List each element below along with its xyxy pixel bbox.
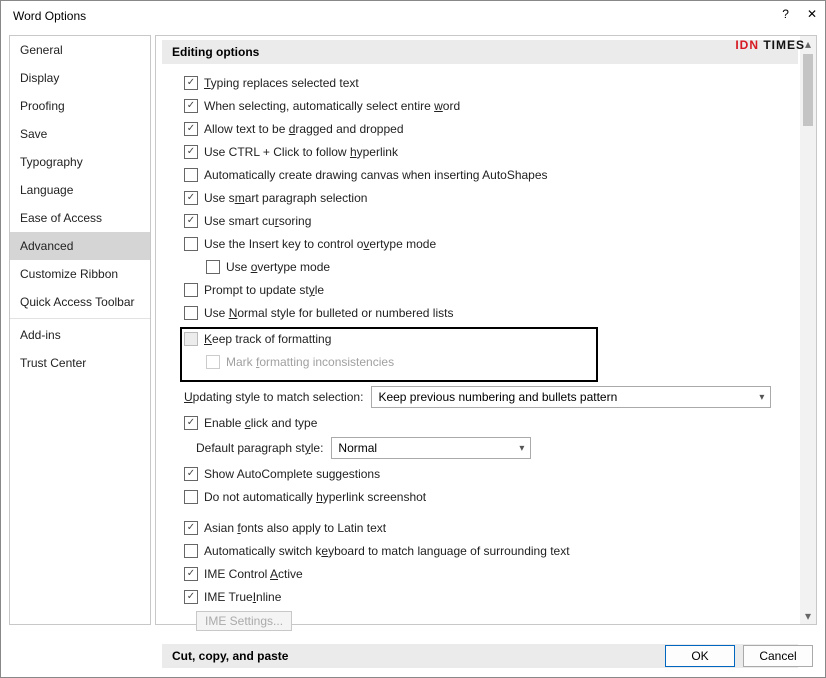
- section-header-editing: Editing options: [162, 40, 798, 64]
- scroll-thumb[interactable]: [803, 54, 813, 126]
- label-ctrl-click: Use CTRL + Click to follow hyperlink: [204, 145, 398, 159]
- label-insert-overtype: Use the Insert key to control overtype m…: [204, 237, 436, 251]
- checkbox-use-normal[interactable]: [184, 306, 198, 320]
- sidebar-item-proofing[interactable]: Proofing: [10, 92, 150, 120]
- sidebar-item-save[interactable]: Save: [10, 120, 150, 148]
- cancel-button[interactable]: Cancel: [743, 645, 813, 667]
- sidebar-item-customize-ribbon[interactable]: Customize Ribbon: [10, 260, 150, 288]
- scrollbar[interactable]: ▴ ▾: [800, 36, 816, 624]
- label-overtype: Use overtype mode: [226, 260, 330, 274]
- checkbox-ime-trueinline[interactable]: [184, 590, 198, 604]
- button-ime-settings: IME Settings...: [196, 611, 292, 631]
- label-drag-drop: Allow text to be dragged and dropped: [204, 122, 404, 136]
- label-keep-track: Keep track of formatting: [204, 332, 331, 346]
- label-updating-style: Updating style to match selection:: [184, 390, 363, 404]
- checkbox-drag-drop[interactable]: [184, 122, 198, 136]
- checkbox-no-hyperlink[interactable]: [184, 490, 198, 504]
- scroll-up-icon[interactable]: ▴: [800, 36, 816, 52]
- help-icon[interactable]: ?: [782, 7, 789, 21]
- label-enable-click: Enable click and type: [204, 416, 317, 430]
- checkbox-asian-fonts[interactable]: [184, 521, 198, 535]
- label-smart-para: Use smart paragraph selection: [204, 191, 367, 205]
- checkbox-keep-track[interactable]: [184, 332, 198, 346]
- label-autocomplete: Show AutoComplete suggestions: [204, 467, 380, 481]
- close-icon[interactable]: ✕: [807, 7, 817, 21]
- sidebar-item-language[interactable]: Language: [10, 176, 150, 204]
- checkbox-auto-canvas[interactable]: [184, 168, 198, 182]
- label-auto-canvas: Automatically create drawing canvas when…: [204, 168, 548, 182]
- sidebar-item-quick-access-toolbar[interactable]: Quick Access Toolbar: [10, 288, 150, 316]
- label-select-word: When selecting, automatically select ent…: [204, 99, 460, 113]
- label-default-para: Default paragraph style:: [196, 441, 323, 455]
- sidebar-item-add-ins[interactable]: Add-ins: [10, 321, 150, 349]
- checkbox-enable-click[interactable]: [184, 416, 198, 430]
- highlight-keep-track: Keep track of formatting Mark formatting…: [180, 327, 598, 382]
- label-mark-inconsistencies: Mark formatting inconsistencies: [226, 355, 394, 369]
- sidebar-item-general[interactable]: General: [10, 36, 150, 64]
- label-asian-fonts: Asian fonts also apply to Latin text: [204, 521, 386, 535]
- ok-button[interactable]: OK: [665, 645, 735, 667]
- label-auto-keyboard: Automatically switch keyboard to match l…: [204, 544, 570, 558]
- checkbox-ctrl-click[interactable]: [184, 145, 198, 159]
- checkbox-ime-active[interactable]: [184, 567, 198, 581]
- label-use-normal: Use Normal style for bulleted or numbere…: [204, 306, 453, 320]
- checkbox-prompt-update[interactable]: [184, 283, 198, 297]
- select-default-para[interactable]: Normal▾: [331, 437, 531, 459]
- label-ime-trueinline: IME TrueInline: [204, 590, 281, 604]
- sidebar-item-trust-center[interactable]: Trust Center: [10, 349, 150, 377]
- window-title: Word Options: [13, 9, 86, 23]
- sidebar: General Display Proofing Save Typography…: [9, 35, 151, 625]
- chevron-down-icon: ▾: [759, 392, 764, 403]
- select-updating-style[interactable]: Keep previous numbering and bullets patt…: [371, 386, 771, 408]
- checkbox-overtype[interactable]: [206, 260, 220, 274]
- chevron-down-icon: ▾: [519, 443, 524, 454]
- scroll-down-icon[interactable]: ▾: [800, 608, 816, 624]
- label-prompt-update: Prompt to update style: [204, 283, 324, 297]
- checkbox-smart-para[interactable]: [184, 191, 198, 205]
- checkbox-auto-keyboard[interactable]: [184, 544, 198, 558]
- sidebar-item-display[interactable]: Display: [10, 64, 150, 92]
- checkbox-mark-inconsistencies: [206, 355, 220, 369]
- sidebar-item-typography[interactable]: Typography: [10, 148, 150, 176]
- checkbox-smart-cursor[interactable]: [184, 214, 198, 228]
- checkbox-insert-overtype[interactable]: [184, 237, 198, 251]
- label-smart-cursor: Use smart cursoring: [204, 214, 311, 228]
- checkbox-autocomplete[interactable]: [184, 467, 198, 481]
- sidebar-item-ease-of-access[interactable]: Ease of Access: [10, 204, 150, 232]
- sidebar-item-advanced[interactable]: Advanced: [10, 232, 150, 260]
- label-ime-active: IME Control Active: [204, 567, 303, 581]
- checkbox-typing-replace[interactable]: [184, 76, 198, 90]
- label-no-hyperlink: Do not automatically hyperlink screensho…: [204, 490, 426, 504]
- content-panel: Editing options Typing replaces selected…: [155, 35, 817, 625]
- checkbox-select-word[interactable]: [184, 99, 198, 113]
- label-typing-replace: Typing replaces selected text: [204, 76, 359, 90]
